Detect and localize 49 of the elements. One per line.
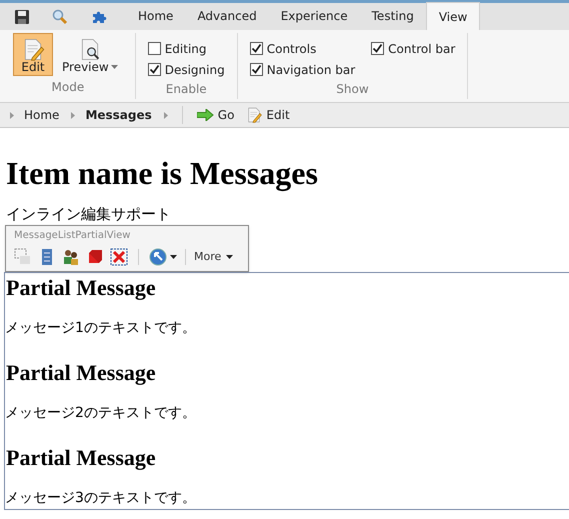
caret-icon xyxy=(71,112,76,118)
message-text: メッセージ2のテキストです。 xyxy=(5,404,197,423)
caret-icon xyxy=(110,65,118,69)
arrow-icon xyxy=(196,109,214,121)
cube-icon[interactable] xyxy=(86,248,104,266)
delete-icon[interactable] xyxy=(110,248,128,266)
ribbon-tab[interactable]: Experience xyxy=(268,2,360,30)
users-icon[interactable] xyxy=(62,248,80,266)
checkbox-label: Editing xyxy=(164,40,207,58)
checkbox[interactable] xyxy=(148,42,161,55)
toolbar-title: MessageListPartialView xyxy=(14,229,132,243)
checkbox-label: Controls xyxy=(266,40,316,58)
message-heading: Partial Message xyxy=(6,274,157,302)
subtitle-text: インライン編集サポート xyxy=(6,204,172,224)
ribbon-tab[interactable]: View xyxy=(426,2,480,30)
message-heading: Partial Message xyxy=(6,359,157,387)
message-text: メッセージ1のテキストです。 xyxy=(5,319,197,338)
caret-icon xyxy=(170,255,177,259)
caret-icon xyxy=(164,112,168,118)
pointer-dropdown[interactable] xyxy=(149,248,177,266)
message-text: メッセージ3のテキストです。 xyxy=(5,489,197,508)
message-heading: Partial Message xyxy=(6,444,157,472)
checkbox-label: Designing xyxy=(164,62,225,78)
breadcrumb-link[interactable]: Messages xyxy=(85,106,152,124)
ribbon-tab[interactable]: Home xyxy=(126,2,186,30)
more-button[interactable]: More xyxy=(194,248,234,266)
caret-icon xyxy=(10,112,14,118)
checkbox-label: Navigation bar xyxy=(266,62,356,78)
checkbox[interactable] xyxy=(250,42,263,55)
select-icon[interactable] xyxy=(14,248,32,266)
page-title: Item name is Messages xyxy=(6,154,319,192)
checkbox[interactable] xyxy=(250,63,263,76)
group-label: Enable xyxy=(166,81,207,98)
edit-button[interactable]: Edit xyxy=(246,106,290,124)
cursor-icon xyxy=(149,248,167,266)
checkbox[interactable] xyxy=(148,63,161,76)
ribbon-tab[interactable]: Advanced xyxy=(185,2,269,30)
preview-button[interactable]: Preview xyxy=(57,33,123,76)
ribbon-tab[interactable]: Testing xyxy=(360,2,426,30)
save-icon[interactable] xyxy=(14,8,30,24)
checkbox-label: Control bar xyxy=(388,40,456,58)
group-label: Mode xyxy=(52,79,84,96)
edit-button[interactable]: Edit xyxy=(13,33,53,76)
caret-icon xyxy=(226,255,234,259)
group-label: Show xyxy=(336,81,369,98)
go-button[interactable]: Go xyxy=(196,106,234,124)
checkbox[interactable] xyxy=(371,42,384,55)
document-pencil-icon xyxy=(246,107,262,123)
breadcrumb-link[interactable]: Home xyxy=(24,106,60,124)
